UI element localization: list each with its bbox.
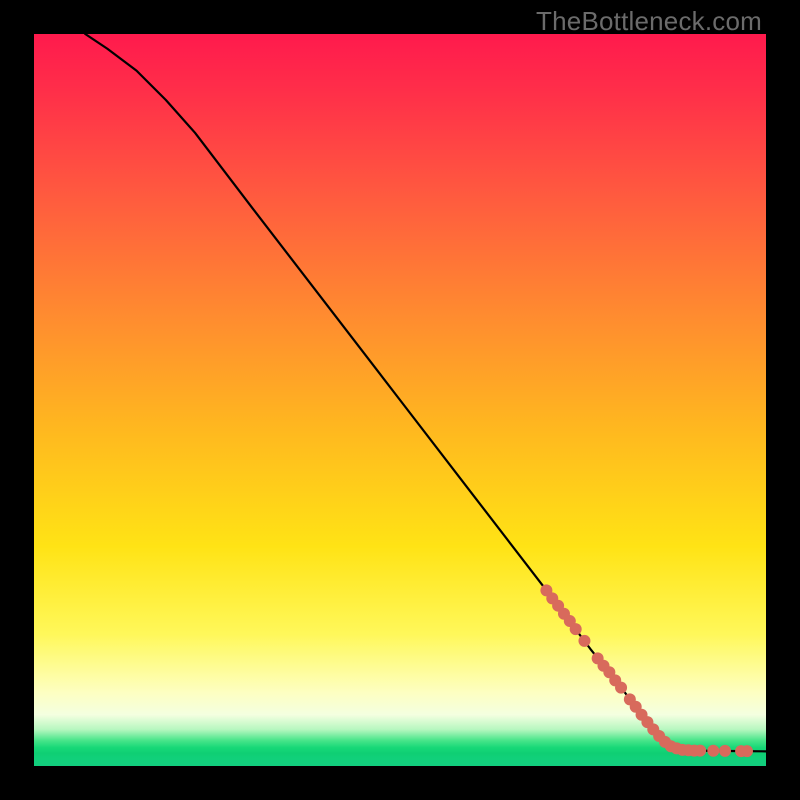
data-marker — [741, 745, 753, 757]
plot-area — [34, 34, 766, 766]
data-marker — [719, 745, 731, 757]
watermark-text: TheBottleneck.com — [536, 6, 762, 37]
marker-group — [540, 584, 753, 757]
data-marker — [578, 635, 590, 647]
data-marker — [694, 745, 706, 757]
data-marker — [615, 682, 627, 694]
chart-stage: TheBottleneck.com — [0, 0, 800, 800]
curve-line — [85, 34, 766, 751]
chart-svg — [34, 34, 766, 766]
data-marker — [570, 623, 582, 635]
data-marker — [707, 745, 719, 757]
